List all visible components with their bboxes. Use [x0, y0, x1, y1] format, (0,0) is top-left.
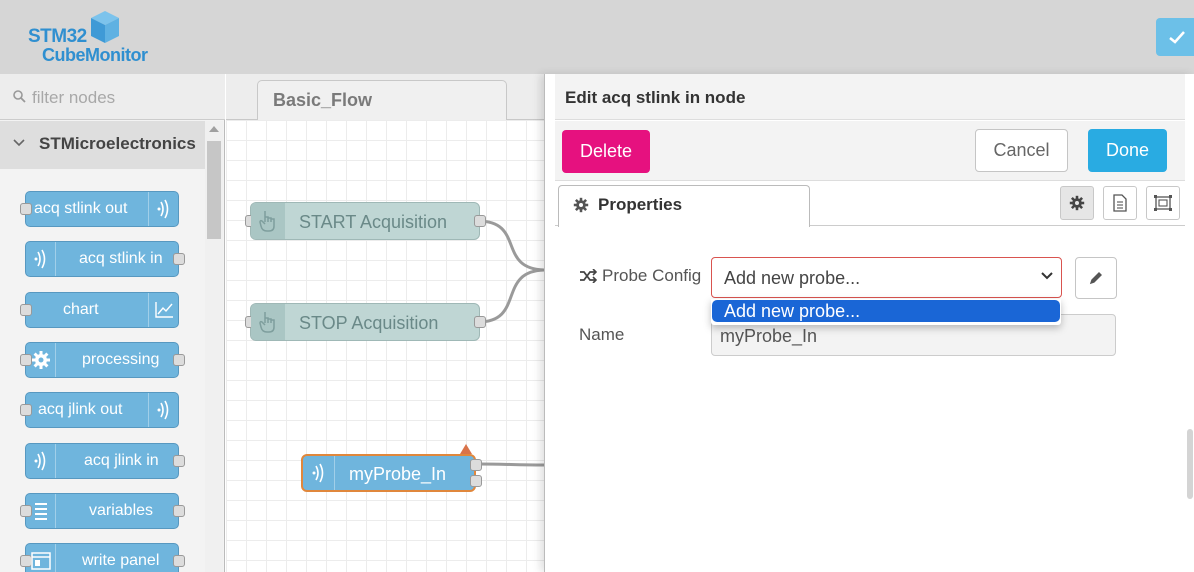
- cube-logo-icon: [91, 11, 119, 43]
- shuffle-icon: [580, 269, 597, 283]
- palette-node-label: variables: [89, 502, 154, 519]
- output-port: [173, 253, 185, 265]
- delete-button[interactable]: Delete: [562, 130, 650, 173]
- category-label: STMicroelectronics: [39, 134, 196, 153]
- warning-triangle-icon: [460, 444, 472, 454]
- tab-properties-label: Properties: [598, 195, 683, 214]
- palette-node-label: acq jlink in: [84, 452, 159, 469]
- chevron-down-icon: [13, 139, 25, 147]
- flow-tab-bar: Basic_Flow: [226, 74, 544, 121]
- palette-node-label: processing: [82, 351, 160, 368]
- scrollbar-thumb[interactable]: [207, 141, 221, 239]
- probe-config-label: Probe Config: [579, 266, 701, 286]
- deploy-icon: [1169, 31, 1185, 44]
- output-port-2: [470, 475, 482, 487]
- flow-node-stop-acquisition[interactable]: STOP Acquisition: [245, 303, 486, 341]
- deploy-button[interactable]: [1156, 18, 1194, 56]
- hand-pointer-icon: [251, 203, 285, 239]
- gear-icon: [26, 343, 56, 377]
- output-port: [173, 455, 185, 467]
- node-palette: filter nodes STMicroelectronics acq stli…: [0, 74, 225, 572]
- tray-button-bar: Delete Cancel Done: [555, 121, 1185, 181]
- probe-config-label-text: Probe Config: [602, 266, 702, 285]
- palette-node-write-panel[interactable]: write panel: [20, 543, 185, 572]
- tray-scrollbar[interactable]: [1187, 429, 1193, 499]
- search-icon: [13, 90, 26, 103]
- palette-node-acq-jlink-in[interactable]: acq jlink in: [25, 443, 185, 479]
- tab-properties[interactable]: Properties: [558, 185, 810, 227]
- dropdown-option-add-new-probe[interactable]: Add new probe...: [712, 300, 1060, 322]
- palette-node-label: write panel: [82, 552, 160, 569]
- output-port: [173, 354, 185, 366]
- line-chart-icon: [148, 293, 178, 327]
- document-icon: [1113, 194, 1127, 212]
- palette-node-acq-stlink-in[interactable]: acq stlink in: [25, 241, 185, 277]
- flow-canvas[interactable]: START Acquisition STOP Acquisition myPro…: [226, 120, 544, 572]
- list-icon: [26, 494, 56, 528]
- input-port: [20, 203, 32, 215]
- wave-icon: [148, 393, 178, 427]
- palette-node-label: chart: [63, 301, 99, 318]
- palette-node-acq-stlink-out[interactable]: acq stlink out: [20, 191, 179, 227]
- dropdown-option-label: Add new probe...: [724, 301, 861, 321]
- input-port: [20, 304, 32, 316]
- cancel-button[interactable]: Cancel: [975, 129, 1068, 172]
- flow-node-myprobe-in[interactable]: myProbe_In: [301, 454, 482, 492]
- logo-text-cubemonitor: CubeMonitor: [42, 45, 148, 65]
- app-logo: STM32 CubeMonitor: [28, 10, 158, 68]
- chevron-down-icon: [1041, 272, 1053, 280]
- output-port: [173, 555, 185, 567]
- hand-pointer-icon: [251, 304, 285, 340]
- palette-node-acq-jlink-out[interactable]: acq jlink out: [20, 392, 179, 428]
- panel-icon: [26, 544, 56, 572]
- flow-node-label: myProbe_In: [349, 464, 447, 484]
- wave-icon: [303, 456, 335, 490]
- name-input-value: myProbe_In: [720, 326, 818, 346]
- gear-icon: [573, 197, 589, 213]
- filter-placeholder: filter nodes: [32, 88, 116, 107]
- palette-node-label: acq stlink out: [34, 200, 128, 217]
- flow-workspace: Basic_Flow START Acquisition STOP Acquis…: [226, 74, 544, 572]
- flow-node-label: STOP Acquisition: [299, 313, 439, 333]
- wave-icon: [26, 444, 56, 478]
- app-header: STM32 CubeMonitor: [0, 0, 1194, 74]
- pencil-icon: [1089, 272, 1102, 285]
- tab-description[interactable]: [1103, 186, 1137, 220]
- palette-scrollbar[interactable]: [205, 121, 223, 572]
- palette-node-processing[interactable]: processing: [20, 342, 185, 378]
- palette-node-chart[interactable]: chart: [20, 292, 179, 328]
- tray-tabs: Properties: [555, 182, 1185, 227]
- filter-nodes-input[interactable]: filter nodes: [0, 74, 225, 120]
- tab-settings[interactable]: [1060, 186, 1094, 220]
- flow-node-start-acquisition[interactable]: START Acquisition: [245, 202, 486, 240]
- flow-node-label: START Acquisition: [299, 212, 448, 232]
- palette-node-label: acq stlink in: [79, 250, 163, 267]
- tray-title: Edit acq stlink in node: [565, 88, 746, 107]
- edit-probe-config-button[interactable]: [1075, 257, 1117, 299]
- probe-config-select[interactable]: Add new probe...: [711, 257, 1062, 298]
- tab-basic-flow[interactable]: Basic_Flow: [257, 80, 507, 121]
- output-port: [173, 505, 185, 517]
- name-label: Name: [579, 325, 625, 344]
- palette-node-label: acq jlink out: [38, 401, 123, 418]
- wave-icon: [148, 192, 178, 226]
- output-port: [474, 316, 486, 328]
- tab-label: Basic_Flow: [273, 90, 373, 110]
- edit-node-tray: Edit acq stlink in node Delete Cancel Do…: [544, 74, 1194, 572]
- flow-wires: [477, 219, 544, 467]
- probe-config-selected: Add new probe...: [724, 268, 861, 288]
- frame-icon: [1154, 195, 1172, 211]
- palette-node-variables[interactable]: variables: [20, 493, 185, 529]
- category-header-stmicroelectronics[interactable]: STMicroelectronics: [0, 121, 205, 169]
- output-port-1: [470, 459, 482, 471]
- done-button[interactable]: Done: [1088, 129, 1167, 172]
- gear-icon: [1069, 195, 1085, 211]
- output-port: [474, 215, 486, 227]
- tab-appearance[interactable]: [1146, 186, 1180, 220]
- tray-title-bar: Edit acq stlink in node: [555, 74, 1185, 120]
- input-port: [20, 404, 32, 416]
- wave-icon: [26, 242, 56, 276]
- probe-config-dropdown-list: Add new probe...: [711, 299, 1061, 325]
- scroll-up-arrow-icon[interactable]: [209, 126, 219, 132]
